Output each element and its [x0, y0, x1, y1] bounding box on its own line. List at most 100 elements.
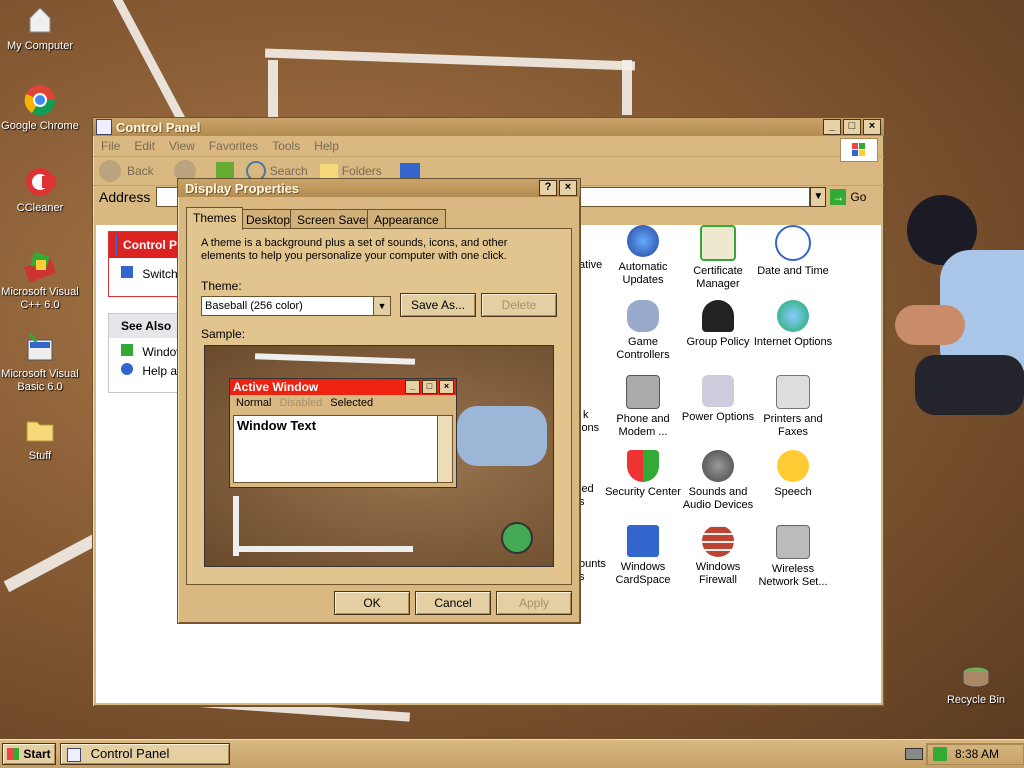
windows-logo: [840, 138, 878, 162]
desktop-icon-stuff[interactable]: Stuff: [0, 414, 80, 463]
cp-item-power-options[interactable]: Power Options: [678, 375, 758, 424]
keyboard-icon[interactable]: [905, 748, 923, 760]
desktop-icon-my-computer[interactable]: My Computer: [0, 4, 80, 53]
cp-item-wireless-network[interactable]: Wireless Network Set...: [753, 525, 833, 589]
wireless-icon: [776, 525, 810, 559]
themes-description: A theme is a background plus a set of so…: [201, 237, 508, 262]
cp-item-label: Power Options: [681, 411, 755, 423]
help-icon: [121, 363, 133, 375]
taskbar-button-label: Control Panel: [90, 746, 170, 761]
folders-button[interactable]: Folders: [342, 164, 382, 178]
chevron-down-icon[interactable]: ▼: [810, 187, 827, 207]
menu-file[interactable]: File: [101, 139, 120, 153]
cp-item-label: Wireless Network Set...: [758, 563, 828, 588]
apply-button[interactable]: Apply: [496, 591, 572, 615]
menu-favorites[interactable]: Favorites: [209, 139, 258, 153]
cp-item-phone-modem[interactable]: Phone and Modem ...: [603, 375, 683, 439]
preview-line: [233, 546, 413, 552]
desktop-icon-visual-cpp[interactable]: Microsoft Visual C++ 6.0: [0, 250, 80, 312]
maximize-button[interactable]: □: [843, 119, 861, 135]
network-icon[interactable]: [933, 747, 947, 761]
control-panel-icon: [115, 234, 117, 256]
tab-themes[interactable]: Themes: [186, 207, 244, 230]
see-also-item[interactable]: Window: [109, 338, 177, 359]
theme-select[interactable]: Baseball (256 color) ▼: [201, 296, 391, 316]
views-icon[interactable]: [399, 163, 420, 179]
taskbar-button-control-panel[interactable]: Control Panel: [60, 743, 230, 765]
cp-item-date-time[interactable]: Date and Time: [753, 225, 833, 278]
search-button[interactable]: Search: [270, 164, 308, 178]
wallpaper-catcher: [895, 195, 1024, 430]
window-title: Control Panel: [116, 119, 201, 135]
see-also-label: Help a: [142, 364, 177, 378]
cp-item-game-controllers[interactable]: Game Controllers: [603, 300, 683, 362]
cp-item-label: Date and Time: [757, 265, 829, 277]
minimize-button[interactable]: _: [823, 119, 841, 135]
sample-label: Sample:: [201, 327, 246, 341]
theme-preview: Active Window _ □ × Normal Disabled Sele…: [204, 345, 554, 567]
folders-icon[interactable]: [319, 164, 338, 178]
clock[interactable]: 8:38 AM: [955, 747, 999, 761]
phone-icon: [626, 375, 660, 409]
switch-view-link[interactable]: Switch: [109, 258, 178, 281]
cp-item-windows-firewall[interactable]: Windows Firewall: [678, 525, 758, 587]
go-button[interactable]: Go: [850, 190, 866, 204]
delete-button[interactable]: Delete: [481, 293, 557, 317]
partial-label: k: [583, 409, 589, 421]
menu-tools[interactable]: Tools: [272, 139, 300, 153]
control-panel-small-icon: [67, 747, 81, 762]
cp-item-internet-options[interactable]: Internet Options: [753, 300, 833, 349]
menu-view[interactable]: View: [169, 139, 195, 153]
switch-icon: [121, 266, 133, 278]
cp-item-label: Security Center: [605, 486, 681, 498]
printer-icon: [776, 375, 810, 409]
menu-edit[interactable]: Edit: [134, 139, 155, 153]
ccleaner-icon: [24, 166, 56, 198]
back-icon[interactable]: [99, 160, 121, 182]
cp-item-windows-cardspace[interactable]: Windows CardSpace: [603, 525, 683, 587]
control-panel-app-icon: [96, 119, 112, 135]
chevron-down-icon[interactable]: ▼: [373, 297, 390, 315]
globe-icon: [777, 300, 809, 332]
help-button[interactable]: ?: [539, 180, 557, 196]
desktop-icon-visual-basic[interactable]: Microsoft Visual Basic 6.0: [0, 332, 80, 394]
cp-item-group-policy[interactable]: Group Policy: [678, 300, 758, 349]
save-as-button[interactable]: Save As...: [400, 293, 476, 317]
tab-screen-saver[interactable]: Screen Saver: [290, 209, 377, 230]
cp-item-label: Windows Firewall: [695, 561, 741, 586]
see-also-box: See Also Window Help a: [108, 313, 178, 393]
menu-help[interactable]: Help: [314, 139, 339, 153]
tab-desktop[interactable]: Desktop: [239, 209, 298, 230]
cp-item-security-center[interactable]: Security Center: [603, 450, 683, 499]
dialog-title: Display Properties: [185, 180, 300, 196]
cancel-button[interactable]: Cancel: [415, 591, 491, 615]
close-button[interactable]: ×: [863, 119, 881, 135]
back-button[interactable]: Back: [127, 164, 154, 178]
desktop-icon-label: Stuff: [28, 450, 52, 462]
see-also-item[interactable]: Help a: [109, 359, 177, 378]
desktop-icon-label: Microsoft Visual C++ 6.0: [1, 286, 79, 311]
ok-button[interactable]: OK: [334, 591, 410, 615]
cp-item-printers-faxes[interactable]: Printers and Faxes: [753, 375, 833, 439]
tab-appearance[interactable]: Appearance: [367, 209, 446, 230]
cp-item-label: Sounds and Audio Devices: [682, 486, 754, 511]
firewall-icon: [702, 525, 734, 557]
dialog-titlebar[interactable]: Display Properties ? ×: [178, 179, 580, 197]
start-button[interactable]: Start: [2, 743, 56, 765]
cp-item-sounds-audio[interactable]: Sounds and Audio Devices: [678, 450, 758, 512]
cp-item-label: Windows CardSpace: [615, 561, 671, 586]
desktop-icon-label: CCleaner: [16, 202, 64, 214]
dialog-close-button[interactable]: ×: [559, 180, 577, 196]
desktop-icon-ccleaner[interactable]: CCleaner: [0, 166, 80, 215]
clock-icon: [775, 225, 811, 261]
desktop-icon-recycle-bin[interactable]: Recycle Bin: [936, 658, 1016, 707]
cp-item-automatic-updates[interactable]: Automatic Updates: [603, 225, 683, 287]
cp-item-certificate-manager[interactable]: Certificate Manager: [678, 225, 758, 291]
cp-item-speech[interactable]: Speech: [753, 450, 833, 499]
menu-bar: File Edit View Favorites Tools Help: [93, 136, 884, 162]
go-arrow-icon[interactable]: →: [830, 189, 847, 205]
cp-item-label: Printers and Faxes: [763, 413, 823, 438]
wallpaper-line: [264, 48, 636, 71]
control-panel-titlebar[interactable]: Control Panel _ □ ×: [93, 118, 884, 136]
desktop-icon-chrome[interactable]: Google Chrome: [0, 84, 80, 133]
